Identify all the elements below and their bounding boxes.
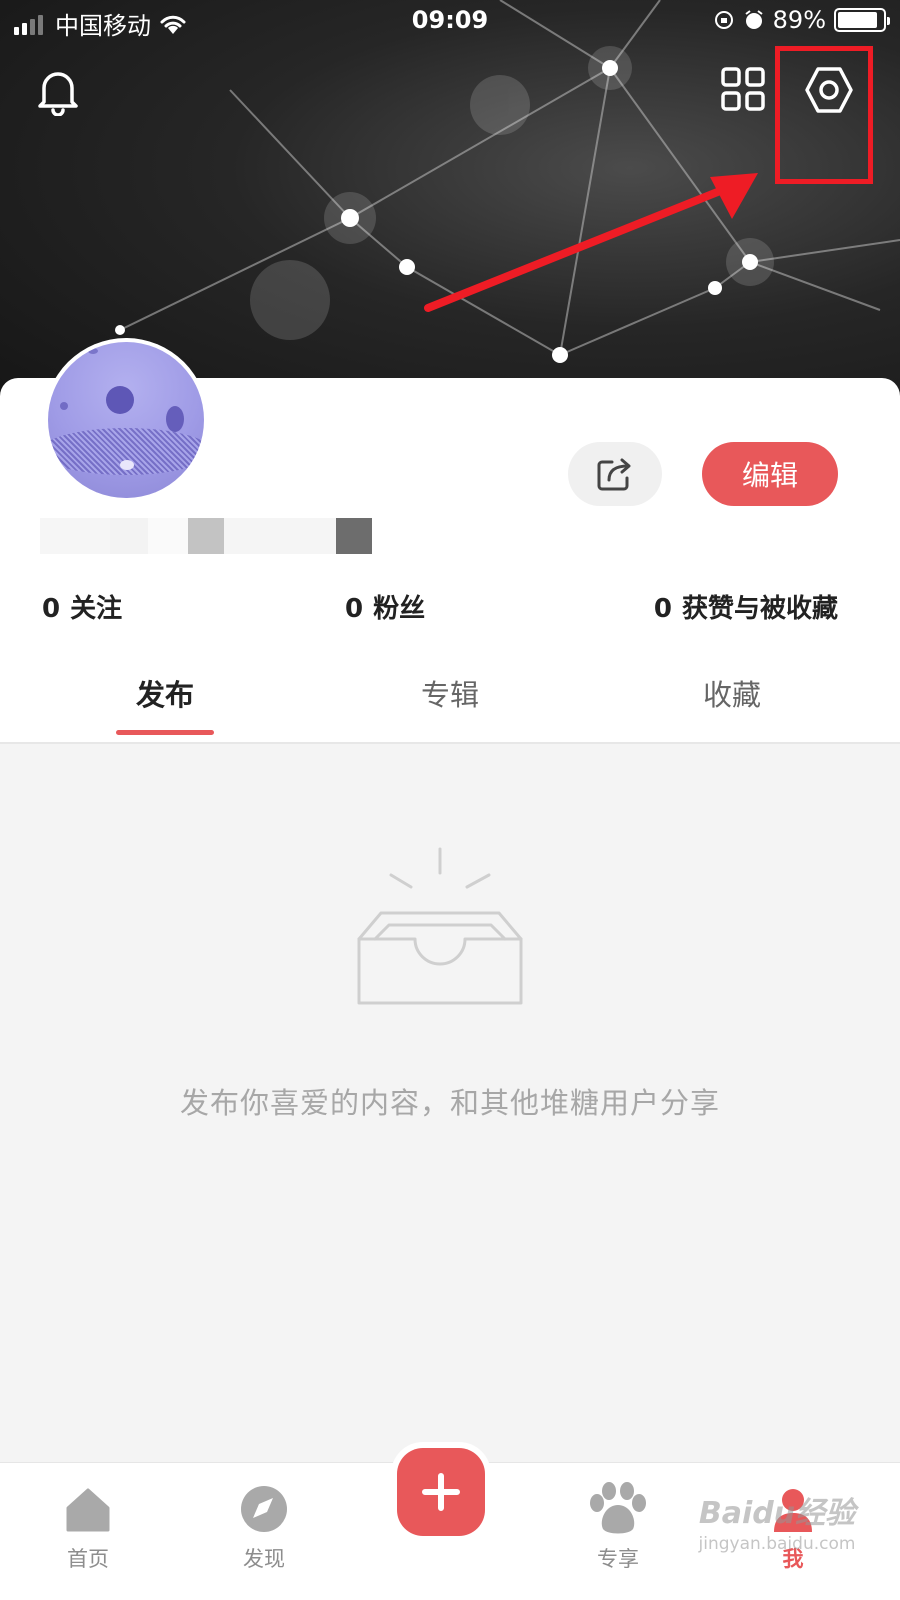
tabs-divider: [0, 742, 900, 744]
stat-count: 0: [345, 594, 364, 624]
empty-inbox-icon: [357, 847, 523, 1005]
nav-label: 发现: [243, 1547, 285, 1571]
username-redacted: [40, 518, 372, 558]
stat-likes-collects[interactable]: 0 获赞与被收藏: [654, 588, 838, 625]
plus-icon: [422, 1473, 460, 1511]
status-bar: 中国移动 09:09 89%: [0, 0, 900, 44]
stat-count: 0: [42, 594, 61, 624]
stat-following[interactable]: 0 关注: [42, 588, 122, 625]
avatar-image: [48, 342, 204, 498]
status-right: 89%: [713, 6, 890, 34]
publish-button[interactable]: [397, 1448, 485, 1536]
active-tab-indicator: [116, 730, 214, 735]
edit-profile-button[interactable]: 编辑: [702, 442, 838, 506]
grid-icon[interactable]: [720, 66, 766, 116]
baidu-watermark: Baidu经验 jingyan.baidu.com: [672, 1488, 882, 1578]
stat-label: 关注: [70, 594, 123, 624]
rotation-lock-icon: [714, 11, 733, 29]
nav-home[interactable]: 首页: [28, 1481, 148, 1573]
profile-stats: 0 关注 0 粉丝 0 获赞与被收藏: [0, 588, 900, 628]
compass-icon: [241, 1486, 287, 1532]
bell-icon[interactable]: [34, 66, 82, 120]
tab-album[interactable]: 专辑: [350, 672, 550, 714]
stat-followers[interactable]: 0 粉丝: [345, 588, 425, 625]
battery-percent: 89%: [772, 6, 826, 34]
tab-publish[interactable]: 发布: [65, 672, 265, 714]
nav-label: 首页: [67, 1547, 109, 1571]
nav-discover[interactable]: 发现: [204, 1481, 324, 1573]
annotation-highlight-box: [775, 46, 873, 184]
home-icon: [66, 1488, 110, 1532]
stat-label: 获赞与被收藏: [681, 594, 838, 624]
share-icon: [597, 458, 631, 491]
nav-label: 专享: [597, 1547, 639, 1571]
battery-icon: [834, 8, 890, 32]
share-button[interactable]: [568, 442, 662, 506]
watermark-sub: jingyan.baidu.com: [698, 1534, 856, 1554]
stat-count: 0: [653, 594, 672, 624]
watermark-main: Baidu经验: [698, 1496, 856, 1531]
stat-label: 粉丝: [373, 594, 426, 624]
paw-icon: [590, 1482, 646, 1534]
avatar[interactable]: [44, 338, 208, 502]
tab-collect[interactable]: 收藏: [632, 672, 832, 714]
alarm-icon: [745, 10, 763, 29]
annotation-arrow-icon: [424, 173, 758, 312]
nav-exclusive[interactable]: 专享: [558, 1481, 678, 1573]
empty-state-message: 发布你喜爱的内容，和其他堆糖用户分享: [179, 1086, 720, 1120]
